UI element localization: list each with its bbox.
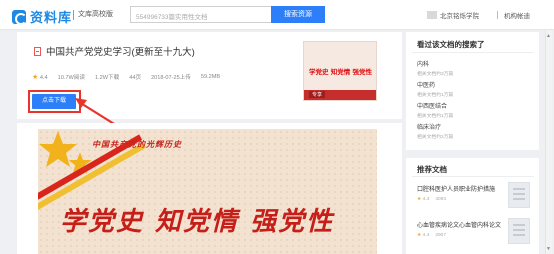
rating: ★ 4.4 [32,74,48,81]
thumbnail-text: 学党史 知党情 强党性 [309,68,373,76]
scroll-up-icon[interactable]: ▲ [546,33,551,39]
document-icon [34,47,41,56]
download-highlight-box [28,90,81,113]
divider [412,52,534,53]
user-avatar [427,11,437,19]
scroll-down-icon[interactable]: ▼ [546,246,551,252]
recommended-doc-item[interactable]: 心血管疾病论文心血管内科论文 ★ 4.4 2907 [417,220,501,238]
user-name[interactable]: 北京铭烁学院 [440,10,479,20]
slide-title: 学党史 知党情 强党性 [60,207,335,237]
logo-icon [12,9,27,25]
related-searches-heading: 看过该文档的搜索了 [417,40,485,49]
download-count: 1.2W下载 [94,75,120,81]
page-count: 44页 [129,75,142,81]
related-search-item[interactable]: 中西医结合 相关文档约1万篇 [417,101,453,119]
upload-date: 2018-07-25上传 [151,75,191,81]
logo-text: 资料库 [30,10,73,25]
document-thumbnail[interactable]: 学党史 知党情 强党性 专享 [303,41,377,101]
related-search-item[interactable]: 临床治疗 相关文档约2万篇 [417,122,453,140]
recommended-doc-thumbnail[interactable] [508,218,530,244]
file-size: 59.2MB [200,74,221,80]
divider [73,10,74,20]
account-link[interactable]: 机构帐迪 [504,10,530,20]
recommended-doc-thumbnail[interactable] [508,182,530,208]
search-button[interactable]: 搜索资源 [271,6,325,23]
related-search-item[interactable]: 内科 相关文档约3万篇 [417,59,453,77]
recommended-docs-heading: 推荐文档 [417,165,447,174]
search-input[interactable]: 554996733篇实用性文档 [130,6,271,23]
read-count: 10.7W阅读 [57,75,85,81]
document-meta: ★ 4.4 10.7W阅读 1.2W下载 44页 2018-07-25上传 59… [32,73,220,81]
document-title: 中国共产党党史学习(更新至十九大) [46,47,195,58]
document-preview-slide: 中国共产党的光辉历史 学党史 知党情 强党性 [38,129,377,254]
star-icon: ★ [32,74,39,81]
site-subtitle: 文库高校版 [78,11,113,18]
recommended-doc-item[interactable]: 口腔科医护人员职业防护措施 ★ 4.4 4093 [417,184,495,202]
divider [497,11,498,19]
scrollbar[interactable] [545,31,552,254]
site-logo[interactable]: 资料库 [12,7,72,26]
thumbnail-badge: 专享 [309,91,326,98]
divider [412,176,534,177]
related-search-item[interactable]: 中医药 相关文档约1万篇 [417,80,453,98]
slide-subtitle: 中国共产党的光辉历史 [92,139,182,149]
top-bar: 资料库 文库高校版 554996733篇实用性文档 搜索资源 北京铭烁学院 机构… [0,0,554,30]
